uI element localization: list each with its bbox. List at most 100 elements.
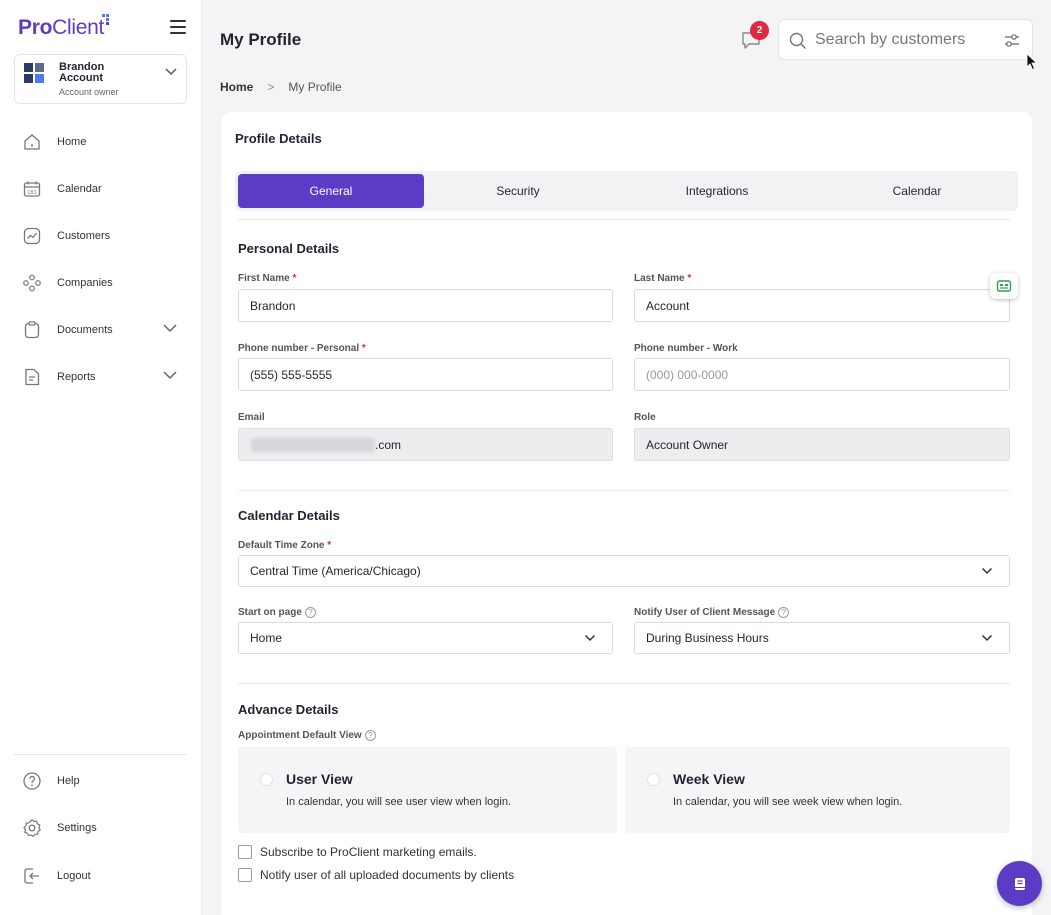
- nav-item-companies[interactable]: Companies: [0, 259, 202, 306]
- nav-item-logout[interactable]: Logout: [0, 852, 202, 900]
- proclient-logo[interactable]: ProClient: [18, 16, 104, 40]
- nav-label: Home: [57, 135, 87, 148]
- profile-card-title: Profile Details: [235, 131, 322, 146]
- nav-label: Calendar: [57, 182, 102, 195]
- account-name: Brandon Account: [59, 61, 105, 84]
- menu-toggle-icon[interactable]: [170, 20, 186, 34]
- chevron-down-icon: [165, 68, 177, 76]
- mouse-cursor-icon: [1026, 53, 1038, 71]
- checkbox[interactable]: [238, 845, 252, 859]
- checkbox-label: Notify user of all uploaded documents by…: [260, 868, 515, 882]
- checkbox[interactable]: [238, 868, 252, 882]
- phone-work-field[interactable]: [634, 358, 1010, 391]
- chevron-down-icon: [981, 634, 993, 642]
- tab-security[interactable]: Security: [425, 174, 611, 208]
- email-label: Email: [238, 412, 265, 423]
- calendar-icon: 181: [22, 179, 42, 199]
- search-input[interactable]: [815, 29, 995, 51]
- svg-text:181: 181: [27, 190, 37, 196]
- nav-label: Settings: [57, 822, 97, 835]
- phone-personal-label: Phone number - Personal *: [238, 343, 366, 354]
- nav-item-customers[interactable]: Customers: [0, 212, 202, 259]
- email-redacted: [251, 438, 375, 452]
- section-divider: [238, 683, 1010, 684]
- notification-badge: 2: [750, 21, 769, 40]
- user-view-option[interactable]: User View In calendar, you will see user…: [238, 747, 617, 833]
- nav-item-calendar[interactable]: 181 Calendar: [0, 165, 202, 212]
- nav-item-documents[interactable]: Documents: [0, 306, 202, 353]
- help-chat-button[interactable]: [997, 861, 1042, 906]
- sidebar: ProClient Brandon Account Account owner …: [0, 0, 202, 915]
- radio-button[interactable]: [260, 773, 273, 786]
- breadcrumb: Home > My Profile: [220, 80, 342, 94]
- filter-settings-icon[interactable]: [1003, 32, 1021, 50]
- nav-label: Companies: [57, 276, 113, 289]
- tab-calendar[interactable]: Calendar: [819, 174, 1015, 208]
- week-view-option[interactable]: Week View In calendar, you will see week…: [625, 747, 1010, 833]
- radio-button[interactable]: [647, 773, 660, 786]
- nav-item-help[interactable]: Help: [0, 757, 202, 805]
- logo-dots-icon: [102, 14, 110, 25]
- section-divider: [238, 490, 1010, 491]
- calendar-details-title: Calendar Details: [238, 508, 340, 523]
- tab-integrations[interactable]: Integrations: [619, 174, 815, 208]
- logo-text-client: Client: [52, 16, 104, 39]
- home-icon: [22, 132, 42, 152]
- first-name-field[interactable]: [238, 289, 613, 322]
- last-name-label: Last Name *: [634, 273, 692, 284]
- documents-icon: [22, 320, 42, 340]
- role-label: Role: [634, 412, 656, 423]
- help-circle-icon[interactable]: ?: [778, 607, 790, 618]
- nav-item-reports[interactable]: Reports: [0, 353, 202, 400]
- bottom-nav: Help Settings Logout: [0, 757, 202, 900]
- chevron-down-icon: [981, 567, 993, 575]
- tab-general[interactable]: General: [238, 174, 424, 208]
- nav-label: Help: [57, 774, 80, 787]
- page-title: My Profile: [220, 30, 302, 49]
- checkbox-label: Subscribe to ProClient marketing emails.: [260, 845, 477, 859]
- start-page-label: Start on page?: [238, 607, 316, 618]
- id-card-icon: [996, 280, 1012, 292]
- marketing-emails-checkbox-row[interactable]: Subscribe to ProClient marketing emails.: [238, 845, 477, 859]
- email-field: .com: [238, 428, 613, 461]
- help-circle-icon[interactable]: ?: [364, 730, 376, 741]
- profile-tabs: General Security Integrations Calendar: [235, 171, 1018, 211]
- account-switcher[interactable]: Brandon Account Account owner: [14, 54, 187, 104]
- default-view-label: Appointment Default View?: [238, 730, 376, 741]
- main-nav: Home 181 Calendar Customers Companies Do…: [0, 118, 202, 400]
- account-logo-icon: [24, 63, 46, 85]
- settings-icon: [22, 818, 42, 838]
- timezone-select[interactable]: Central Time (America/Chicago): [238, 555, 1010, 587]
- last-name-field[interactable]: [634, 289, 1010, 322]
- role-field: Account Owner: [634, 428, 1010, 461]
- nav-item-settings[interactable]: Settings: [0, 805, 202, 853]
- sidebar-divider: [14, 754, 187, 755]
- logo-text-pro: Pro: [18, 16, 53, 39]
- advance-details-title: Advance Details: [238, 702, 339, 717]
- search-icon: [789, 32, 806, 49]
- help-icon: [22, 771, 42, 791]
- customers-icon: [22, 226, 42, 246]
- notify-select[interactable]: During Business Hours: [634, 622, 1010, 654]
- nav-label: Logout: [57, 869, 91, 882]
- companies-icon: [22, 273, 42, 293]
- breadcrumb-home-link[interactable]: Home: [220, 80, 253, 94]
- nav-label: Documents: [57, 323, 113, 336]
- start-page-select[interactable]: Home: [238, 622, 613, 654]
- nav-item-home[interactable]: Home: [0, 118, 202, 165]
- notify-value: During Business Hours: [646, 631, 769, 645]
- section-divider: [238, 219, 1010, 220]
- book-icon: [1014, 877, 1025, 890]
- breadcrumb-current: My Profile: [288, 80, 342, 94]
- email-suffix: .com: [375, 438, 402, 452]
- nav-label: Customers: [57, 229, 111, 242]
- logout-icon: [22, 866, 42, 886]
- notify-documents-checkbox-row[interactable]: Notify user of all uploaded documents by…: [238, 868, 514, 882]
- floating-widget-button[interactable]: [990, 273, 1018, 299]
- timezone-label: Default Time Zone *: [238, 540, 332, 551]
- phone-personal-field[interactable]: [238, 358, 613, 391]
- chevron-down-icon: [584, 634, 596, 642]
- first-name-label: First Name *: [238, 273, 297, 284]
- help-circle-icon[interactable]: ?: [304, 607, 316, 618]
- breadcrumb-separator: >: [267, 80, 275, 94]
